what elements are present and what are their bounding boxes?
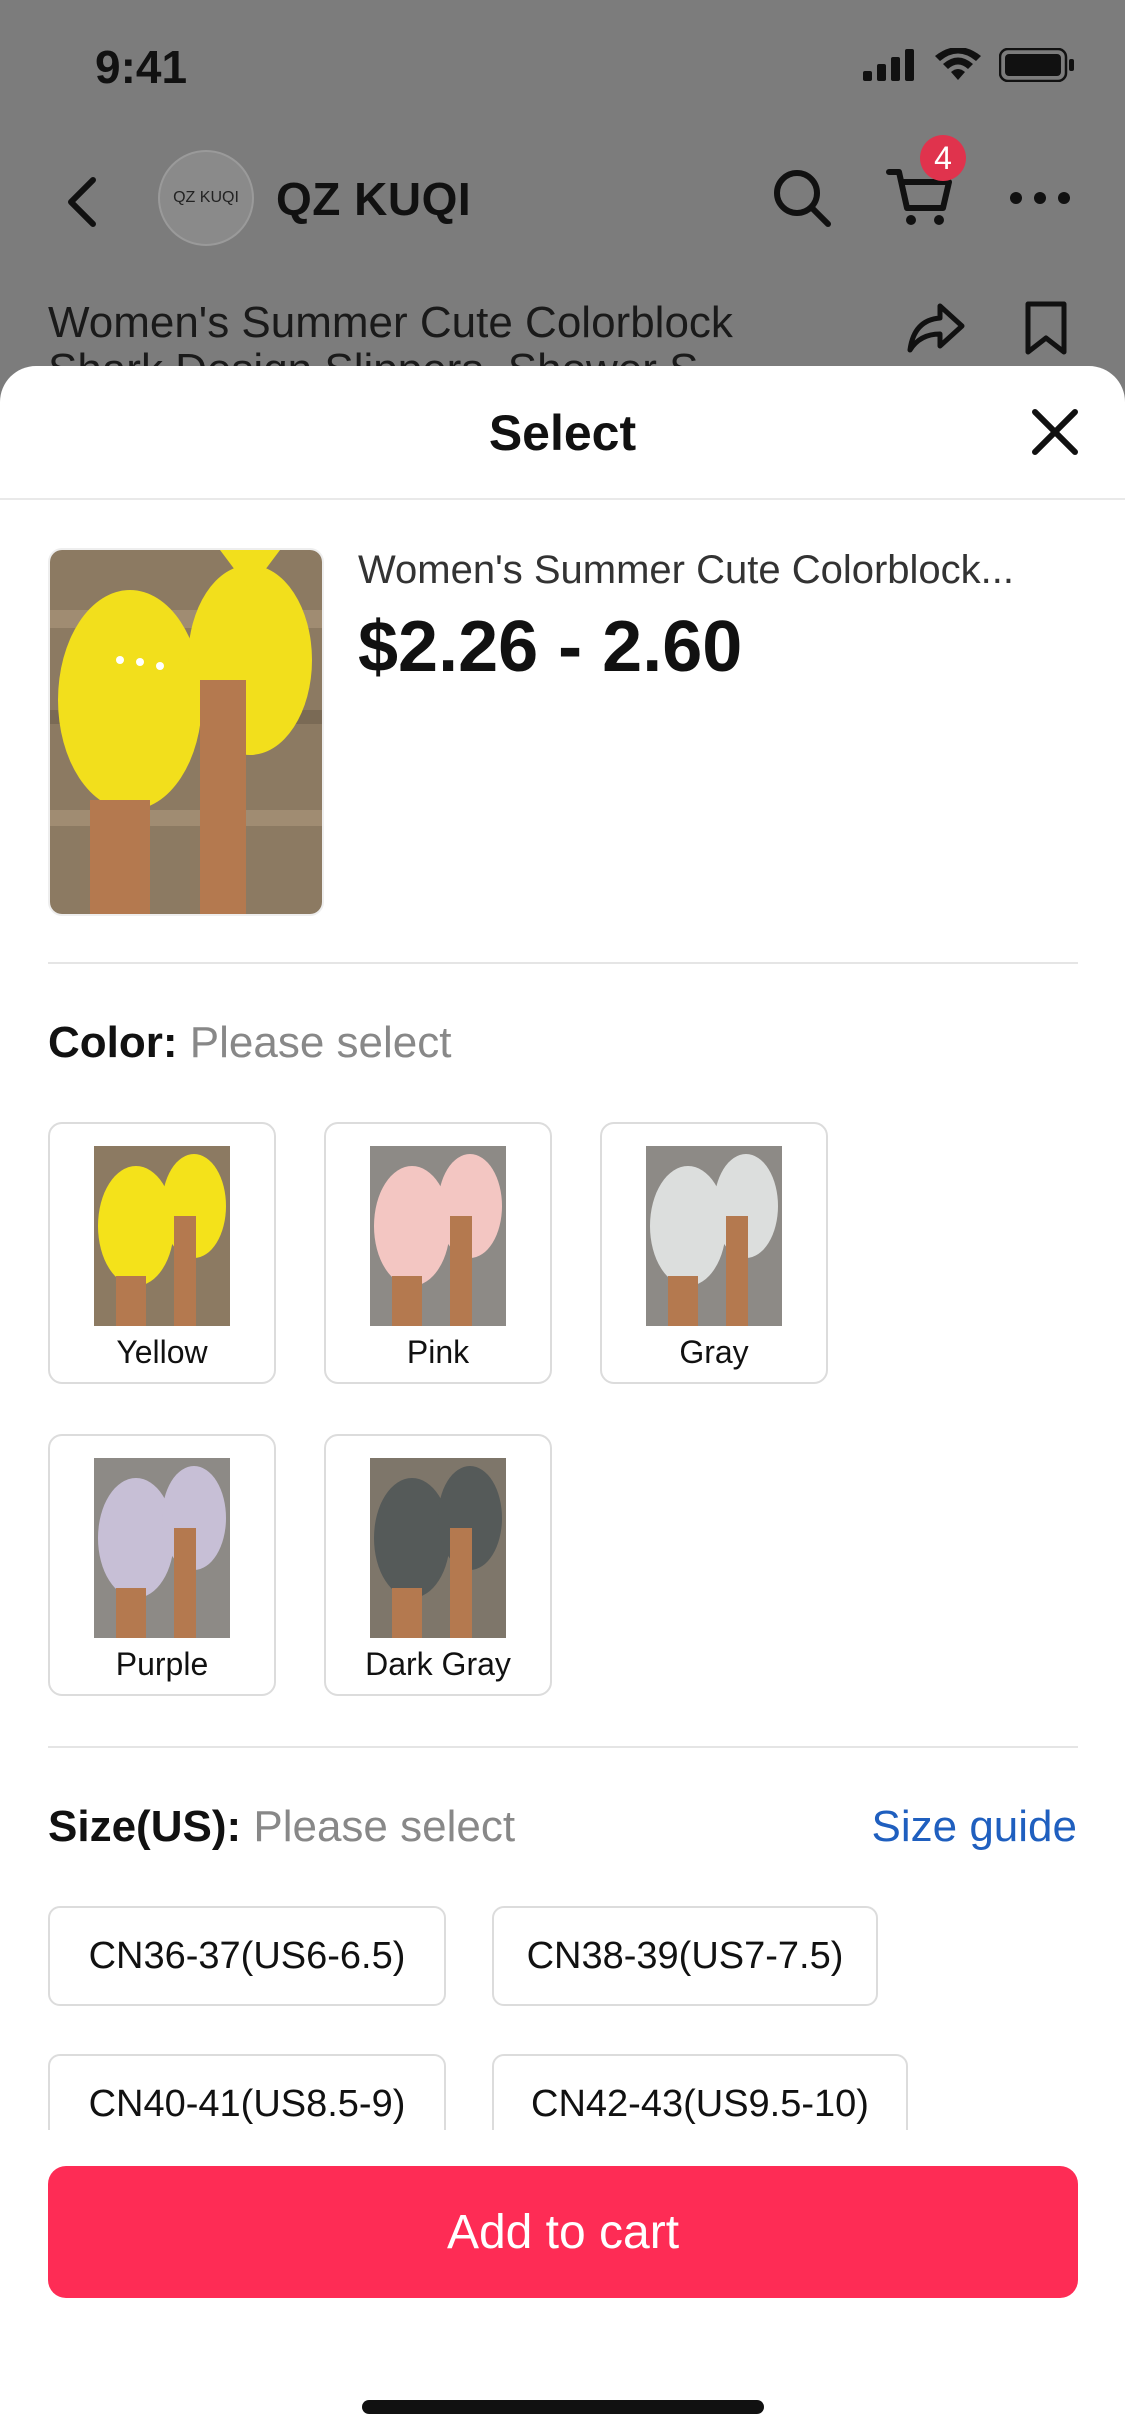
bookmark-icon[interactable] [1024, 300, 1068, 356]
color-option-label: Gray [679, 1334, 749, 1370]
cart-badge: 4 [920, 135, 966, 181]
color-label-row: Color: Please select [48, 1018, 451, 1068]
product-image[interactable] [48, 548, 324, 916]
color-option-purple[interactable]: Purple [48, 1434, 276, 1696]
sheet-title: Select [488, 405, 637, 461]
close-icon[interactable] [1025, 402, 1085, 462]
color-hint: Please select [189, 1018, 452, 1067]
home-indicator [362, 2400, 764, 2414]
yellow-thumbnail [94, 1146, 230, 1326]
color-option-gray[interactable]: Gray [600, 1122, 828, 1384]
color-option-yellow[interactable]: Yellow [48, 1122, 276, 1384]
size-hint: Please select [253, 1802, 516, 1851]
product-price: $2.26 - 2.60 [358, 607, 743, 687]
size-option[interactable]: CN36-37(US6-6.5) [48, 1906, 446, 2006]
status-time: 9:41 [95, 41, 188, 93]
signal-icon [863, 49, 914, 81]
shop-logo[interactable]: QZ KUQI [158, 150, 254, 246]
color-label: Color: [48, 1018, 178, 1067]
divider [48, 1746, 1078, 1748]
variant-select-sheet: Select Women's Summer Cute Colorblock...… [0, 366, 1125, 2436]
size-option[interactable]: CN38-39(US7-7.5) [492, 1906, 878, 2006]
search-icon[interactable] [762, 158, 842, 238]
status-bar: 9:41 [0, 0, 1125, 140]
more-options-icon[interactable] [1000, 158, 1080, 238]
wifi-icon [935, 48, 981, 80]
dark-gray-thumbnail [370, 1458, 506, 1638]
pink-thumbnail [370, 1146, 506, 1326]
color-option-dark-gray[interactable]: Dark Gray [324, 1434, 552, 1696]
shop-logo-text: QZ KUQI [173, 189, 239, 206]
background-product-title: Women's Summer Cute Colorblock [48, 298, 733, 347]
purple-thumbnail [94, 1458, 230, 1638]
color-option-label: Dark Gray [365, 1646, 511, 1682]
shop-name[interactable]: QZ KUQI [276, 172, 471, 226]
back-arrow-icon[interactable] [55, 172, 115, 232]
size-guide-link[interactable]: Size guide [872, 1802, 1077, 1852]
battery-icon [999, 48, 1074, 82]
size-label-row: Size(US): Please select [48, 1802, 515, 1852]
color-option-label: Yellow [116, 1334, 208, 1370]
status-icons [863, 48, 1075, 82]
product-summary: Women's Summer Cute Colorblock... $2.26 … [48, 548, 1078, 916]
share-icon[interactable] [906, 300, 966, 356]
color-option-label: Purple [115, 1646, 209, 1682]
product-name: Women's Summer Cute Colorblock... [358, 548, 1014, 592]
color-option-label: Pink [406, 1334, 470, 1370]
add-to-cart-button[interactable]: Add to cart [48, 2166, 1078, 2298]
size-label: Size(US): [48, 1802, 242, 1851]
gray-thumbnail [646, 1146, 782, 1326]
divider [48, 962, 1078, 964]
sheet-header: Select [0, 366, 1125, 500]
sheet-footer: Add to cart [0, 2130, 1125, 2436]
color-option-pink[interactable]: Pink [324, 1122, 552, 1384]
